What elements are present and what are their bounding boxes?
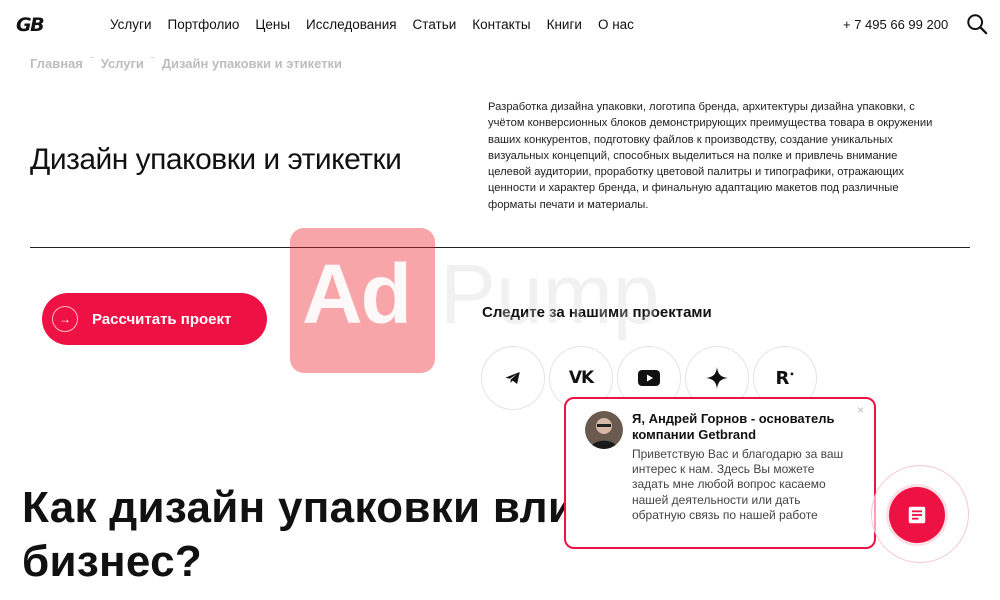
section-heading-line1: Как дизайн упаковки вли bbox=[22, 483, 576, 532]
brand-logo[interactable]: GB bbox=[16, 14, 45, 36]
calculate-project-label: Рассчитать проект bbox=[92, 310, 232, 328]
section-heading: Как дизайн упаковки вли бизнес? bbox=[22, 481, 582, 589]
telegram-icon[interactable] bbox=[481, 346, 545, 410]
watermark-text-ad: Ad bbox=[302, 247, 412, 341]
watermark-logo-box bbox=[290, 228, 435, 373]
arrow-right-icon: → bbox=[52, 306, 78, 332]
nav-item-contacts[interactable]: Контакты bbox=[472, 17, 530, 32]
chat-popup[interactable]: × Я, Андрей Горнов - основатель компании… bbox=[564, 397, 876, 549]
chat-message: Приветствую Вас и благодарю за ваш интер… bbox=[632, 447, 844, 522]
chat-open-button[interactable] bbox=[889, 487, 945, 543]
calculate-project-button[interactable]: → Рассчитать проект bbox=[42, 293, 267, 345]
section-heading-line2: бизнес? bbox=[22, 537, 203, 586]
avatar bbox=[585, 411, 623, 449]
breadcrumb-separator: ⁻ bbox=[149, 54, 156, 66]
breadcrumb-home[interactable]: Главная bbox=[30, 56, 83, 71]
divider bbox=[30, 247, 970, 248]
nav-item-about[interactable]: О нас bbox=[598, 17, 634, 32]
site-header: GB Услуги Портфолио Цены Исследования Ст… bbox=[0, 0, 1000, 48]
chat-author-name: Я, Андрей Горнов - основатель компании G… bbox=[632, 411, 835, 442]
nav-item-portfolio[interactable]: Портфолио bbox=[168, 17, 240, 32]
phone-link[interactable]: + 7 495 66 99 200 bbox=[843, 17, 948, 32]
nav-item-books[interactable]: Книги bbox=[547, 17, 582, 32]
service-description: Разработка дизайна упаковки, логотипа бр… bbox=[488, 101, 933, 211]
main-nav: Услуги Портфолио Цены Исследования Стать… bbox=[110, 17, 634, 32]
page-title: Дизайн упаковки и этикетки bbox=[30, 143, 402, 176]
breadcrumb-services[interactable]: Услуги bbox=[101, 56, 144, 71]
follow-title: Следите за нашими проектами bbox=[482, 304, 712, 321]
search-icon[interactable] bbox=[966, 13, 988, 35]
watermark-text-pump: Pump bbox=[440, 247, 660, 341]
nav-item-services[interactable]: Услуги bbox=[110, 17, 152, 32]
breadcrumb-separator: ⁻ bbox=[88, 54, 95, 66]
chat-icon bbox=[908, 506, 926, 524]
breadcrumb-current: Дизайн упаковки и этикетки bbox=[161, 56, 343, 71]
nav-item-research[interactable]: Исследования bbox=[306, 17, 397, 32]
nav-item-prices[interactable]: Цены bbox=[255, 17, 290, 32]
breadcrumb: Главная ⁻ Услуги ⁻ Дизайн упаковки и эти… bbox=[30, 54, 343, 71]
nav-item-articles[interactable]: Статьи bbox=[413, 17, 457, 32]
